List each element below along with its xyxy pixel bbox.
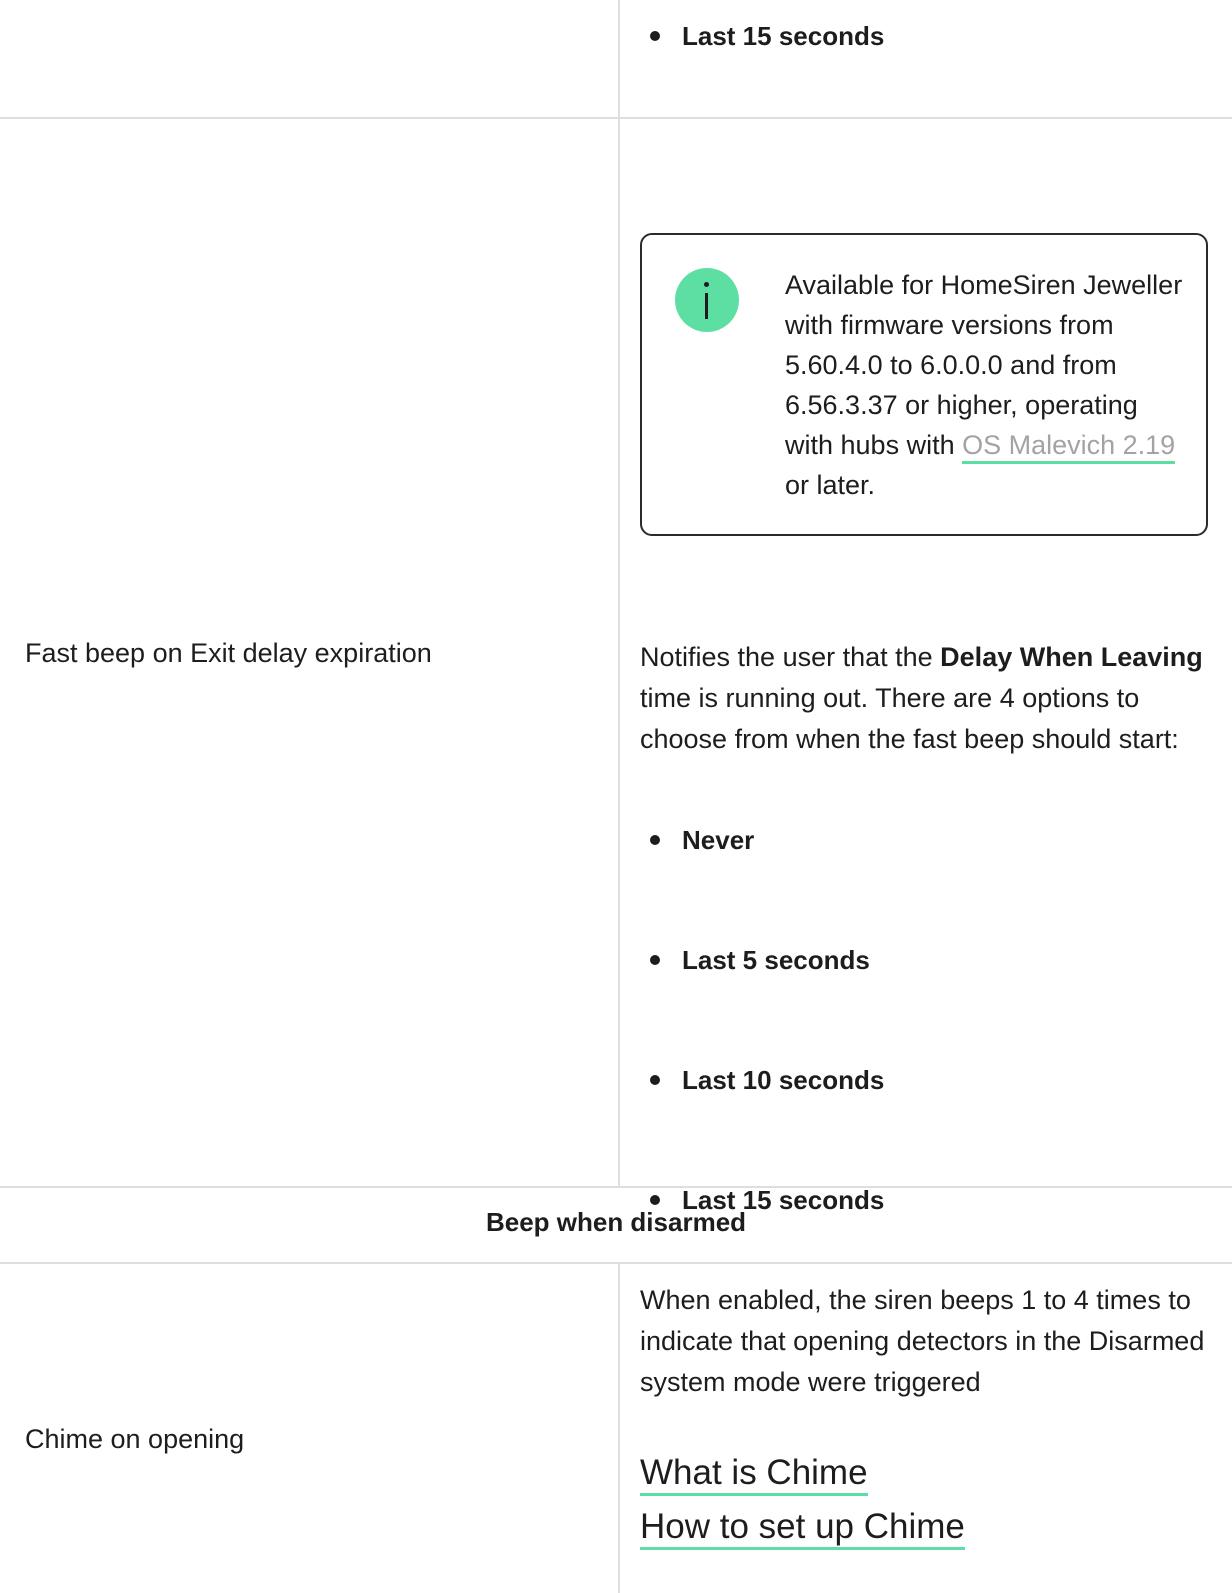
row-divider-3: [0, 1262, 1232, 1264]
os-malevich-link[interactable]: OS Malevich 2.19: [962, 430, 1176, 464]
section-heading: Beep when disarmed: [485, 1207, 747, 1237]
column-divider-top: [618, 0, 620, 1187]
list-item: Last 5 seconds: [648, 944, 1082, 976]
bullet-icon: [650, 835, 660, 845]
bullet-icon: [650, 955, 660, 965]
setting-description-chime: When enabled, the siren beeps 1 to 4 tim…: [640, 1285, 1205, 1397]
setting-label-fast-beep: Fast beep on Exit delay expiration: [25, 638, 432, 668]
list-item: Never: [648, 824, 1082, 856]
bullet-icon: [650, 1195, 660, 1205]
list-item: Last 10 seconds: [648, 1064, 1082, 1096]
info-note-text: Available for HomeSiren Jeweller with fi…: [785, 270, 1183, 500]
fast-beep-options-list: Never Last 5 seconds Last 10 seconds Las…: [648, 0, 1082, 1215]
what-is-chime-link[interactable]: What is Chime: [640, 1453, 868, 1496]
bullet-icon: [650, 1075, 660, 1085]
setting-label-chime: Chime on opening: [25, 1424, 245, 1454]
setting-description-fast-beep: Notifies the user that the Delay When Le…: [640, 642, 1203, 754]
info-note: Available for HomeSiren Jeweller with fi…: [640, 233, 1208, 536]
info-icon: [675, 268, 739, 332]
how-to-set-up-chime-link[interactable]: How to set up Chime: [640, 1507, 965, 1550]
column-divider-bottom: [618, 1263, 620, 1593]
